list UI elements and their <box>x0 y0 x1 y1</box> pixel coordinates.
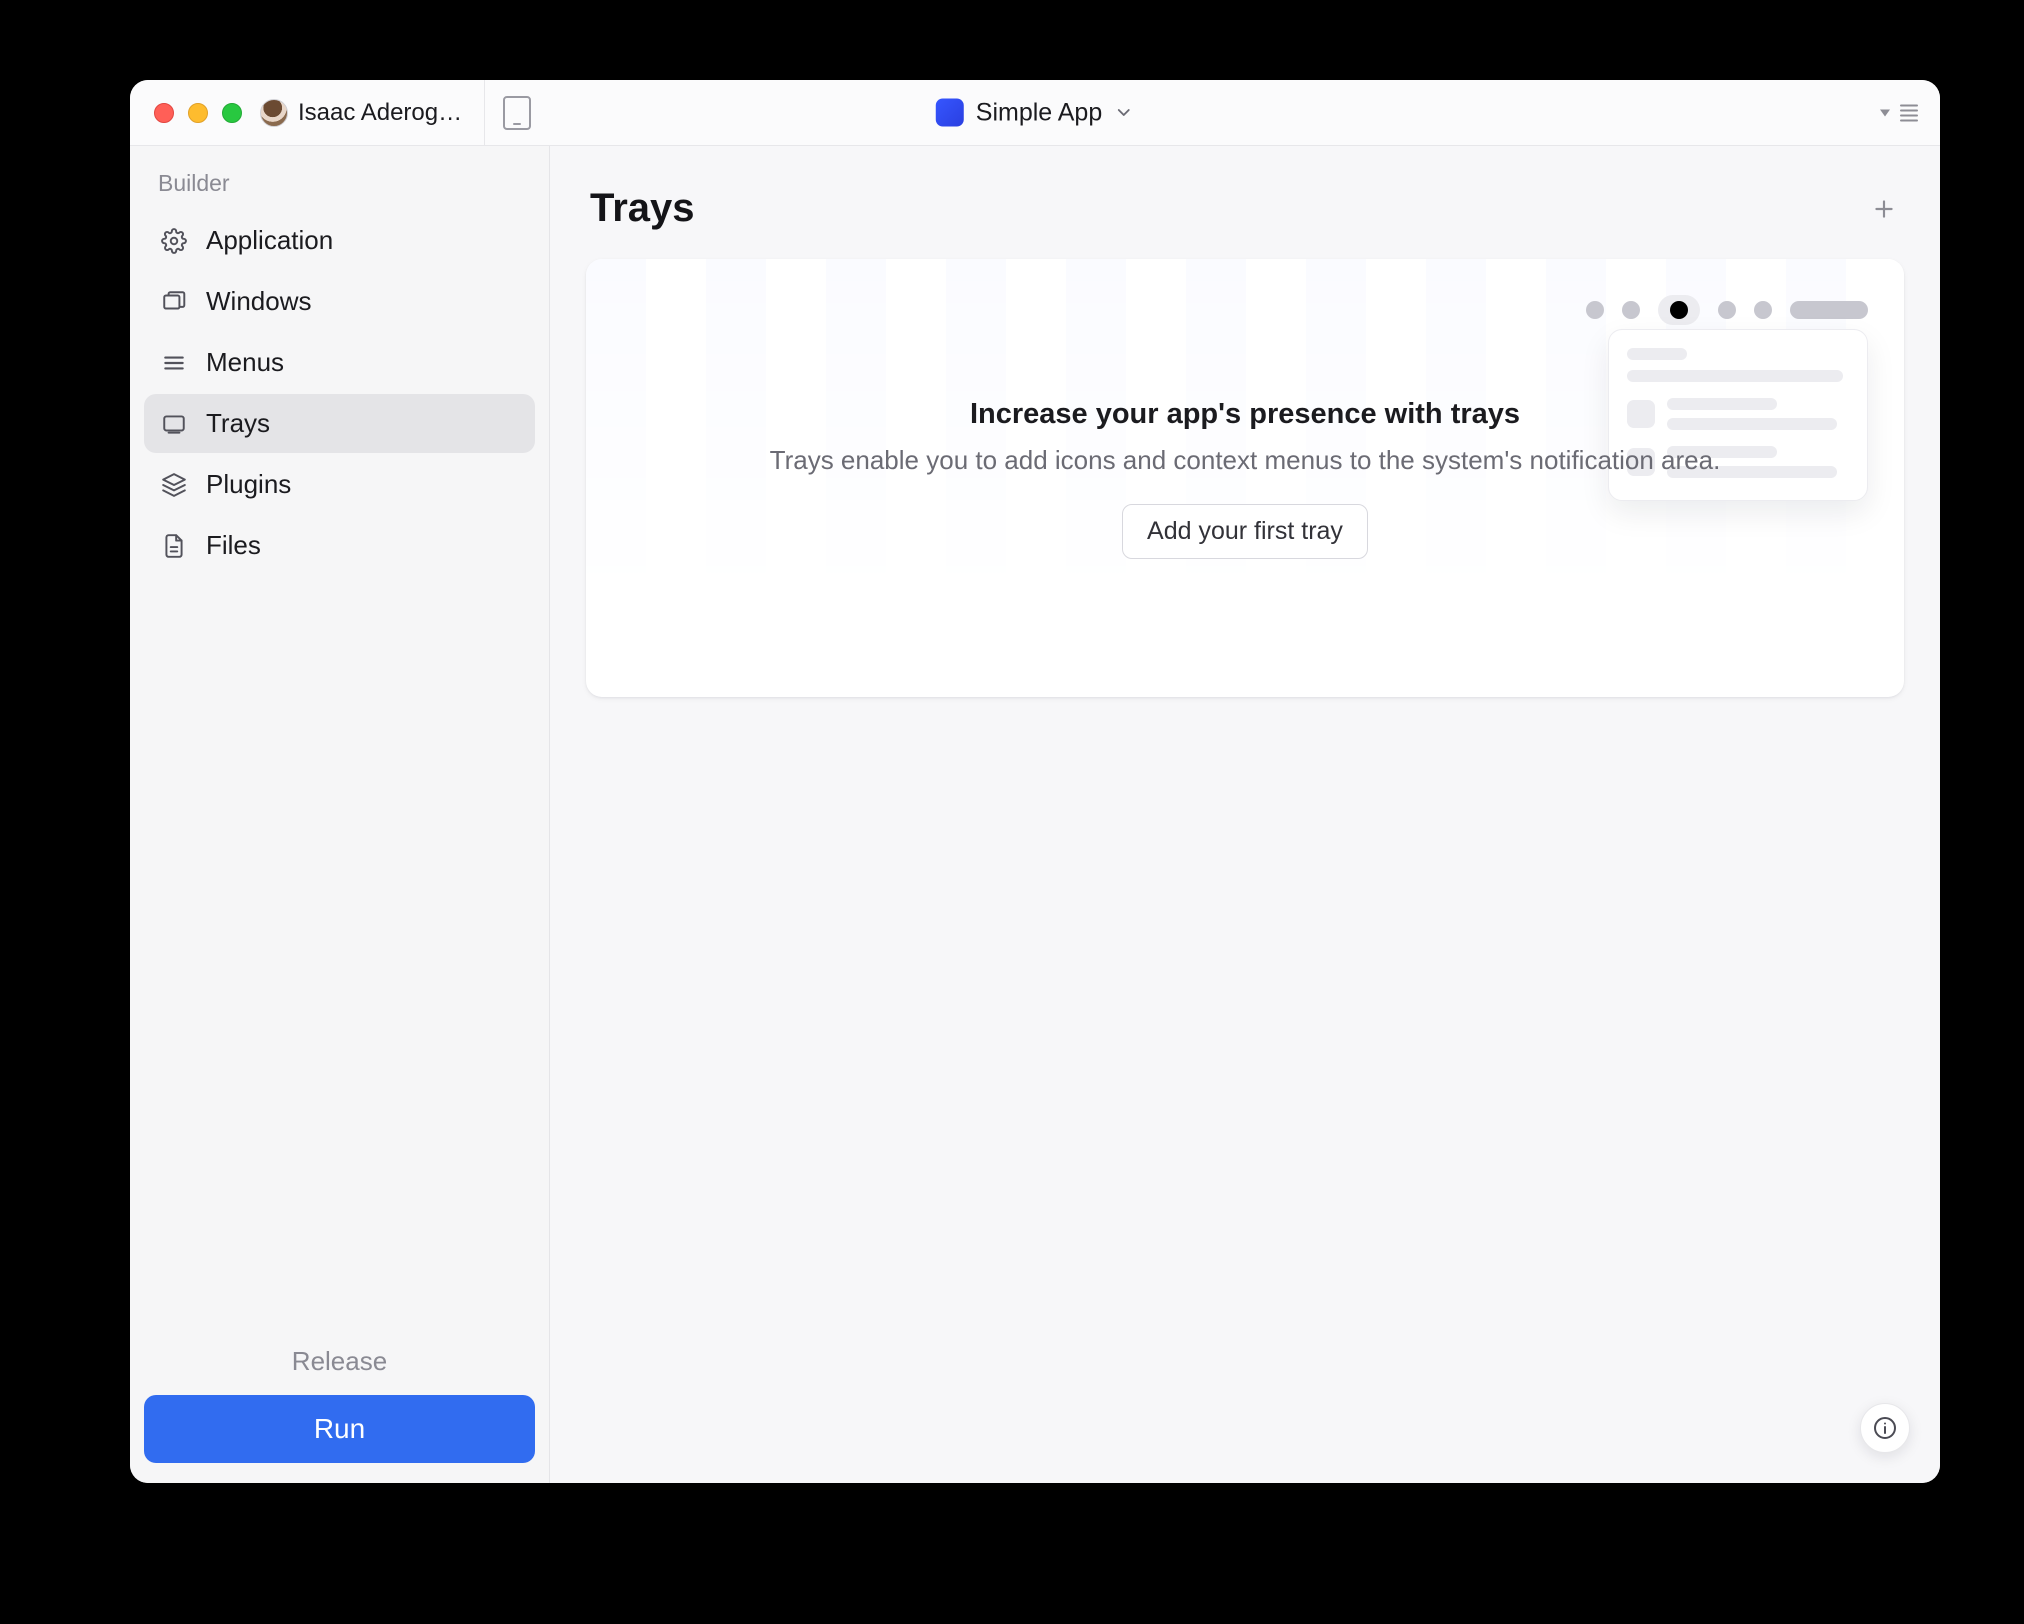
sidebar-item-label: Files <box>206 530 261 561</box>
sidebar-item-trays[interactable]: Trays <box>144 394 535 453</box>
menu-icon <box>160 349 188 377</box>
sidebar-item-label: Plugins <box>206 469 291 500</box>
titlebar: Isaac Aderog… Simple App <box>130 80 1940 146</box>
titlebar-right-menu[interactable] <box>1880 104 1918 121</box>
empty-state-subtitle: Trays enable you to add icons and contex… <box>770 445 1721 476</box>
titlebar-divider <box>484 80 485 145</box>
window-fullscreen-button[interactable] <box>222 103 242 123</box>
sidebar: Builder Application Windows <box>130 146 550 1483</box>
app-window: Isaac Aderog… Simple App Builder <box>130 80 1940 1483</box>
add-first-tray-button[interactable]: Add your first tray <box>1122 504 1368 559</box>
sidebar-item-label: Menus <box>206 347 284 378</box>
layers-icon <box>160 471 188 499</box>
illustration-pill <box>1790 301 1868 319</box>
main-header: Trays <box>586 182 1904 259</box>
release-label[interactable]: Release <box>144 1346 535 1377</box>
sidebar-item-menus[interactable]: Menus <box>144 333 535 392</box>
traffic-lights <box>130 103 242 123</box>
device-icon[interactable] <box>503 96 531 130</box>
page-title: Trays <box>590 186 695 231</box>
triangle-down-icon <box>1880 109 1890 116</box>
illustration-dot <box>1586 301 1604 319</box>
sidebar-nav: Application Windows Menus <box>144 211 535 575</box>
info-button[interactable] <box>1860 1403 1910 1453</box>
illustration-active-tray <box>1658 295 1700 325</box>
sidebar-section-label: Builder <box>144 164 535 211</box>
tray-icon <box>160 410 188 438</box>
sidebar-item-label: Application <box>206 225 333 256</box>
body: Builder Application Windows <box>130 146 1940 1483</box>
sidebar-item-plugins[interactable]: Plugins <box>144 455 535 514</box>
illustration-menubar <box>1586 295 1868 325</box>
illustration-dot <box>1622 301 1640 319</box>
empty-state-content: Increase your app's presence with trays … <box>770 398 1721 559</box>
avatar <box>260 99 288 127</box>
list-icon <box>1900 104 1918 121</box>
illustration-dot <box>1754 301 1772 319</box>
file-icon <box>160 532 188 560</box>
empty-state-card: Increase your app's presence with trays … <box>586 259 1904 697</box>
sidebar-item-label: Windows <box>206 286 311 317</box>
add-tray-button[interactable] <box>1868 193 1900 225</box>
app-icon <box>936 99 964 127</box>
empty-state-title: Increase your app's presence with trays <box>770 398 1721 431</box>
windows-icon <box>160 288 188 316</box>
sidebar-item-label: Trays <box>206 408 270 439</box>
window-close-button[interactable] <box>154 103 174 123</box>
sidebar-bottom: Release Run <box>144 1326 535 1463</box>
sidebar-item-files[interactable]: Files <box>144 516 535 575</box>
gear-icon <box>160 227 188 255</box>
user-menu[interactable]: Isaac Aderog… <box>260 99 462 127</box>
main-panel: Trays <box>550 146 1940 1483</box>
illustration-dot <box>1718 301 1736 319</box>
app-name-label: Simple App <box>976 98 1102 127</box>
sidebar-item-windows[interactable]: Windows <box>144 272 535 331</box>
sidebar-item-application[interactable]: Application <box>144 211 535 270</box>
window-minimize-button[interactable] <box>188 103 208 123</box>
user-name-label: Isaac Aderog… <box>298 99 462 127</box>
run-button[interactable]: Run <box>144 1395 535 1463</box>
chevron-down-icon <box>1114 103 1134 123</box>
app-switcher[interactable]: Simple App <box>936 98 1134 127</box>
